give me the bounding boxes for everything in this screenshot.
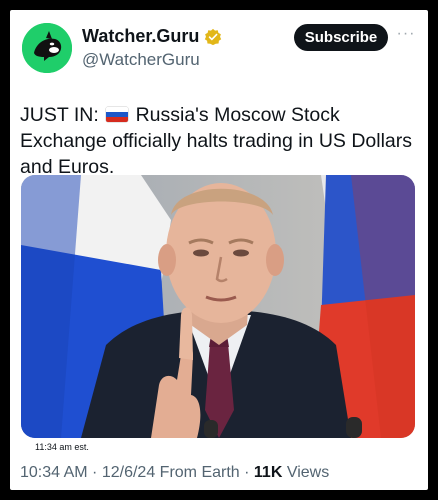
orca-logo-icon (22, 23, 72, 73)
avatar[interactable] (22, 23, 72, 73)
post-date[interactable]: 12/6/24 (102, 464, 155, 481)
tweet-meta: 10:34 AM · 12/6/24 From Earth · 11K View… (20, 464, 329, 482)
meta-separator: · (239, 464, 254, 481)
russia-flag-icon (106, 107, 129, 122)
overlay-timestamp: 11:34 am est. (35, 442, 89, 452)
tweet-media-photo[interactable] (21, 175, 415, 438)
display-name[interactable]: Watcher.Guru (82, 26, 222, 47)
subscribe-button[interactable]: Subscribe (294, 24, 388, 51)
tweet-card: Watcher.Guru @WatcherGuru Subscribe ··· … (10, 10, 428, 490)
photo-image (21, 175, 415, 438)
tweet-text: JUST IN: Russia's Moscow Stock Exchange … (20, 102, 420, 180)
display-name-text: Watcher.Guru (82, 26, 200, 46)
views-label: Views (282, 464, 330, 481)
views-count: 11K (253, 464, 283, 481)
verified-badge-icon (205, 28, 222, 45)
post-source: From Earth (155, 464, 240, 481)
tweet-prefix: JUST IN: (20, 104, 99, 126)
account-handle[interactable]: @WatcherGuru (82, 50, 200, 70)
post-time[interactable]: 10:34 AM (20, 464, 88, 481)
more-options-icon[interactable]: ··· (394, 26, 418, 46)
meta-separator: · (87, 464, 102, 481)
